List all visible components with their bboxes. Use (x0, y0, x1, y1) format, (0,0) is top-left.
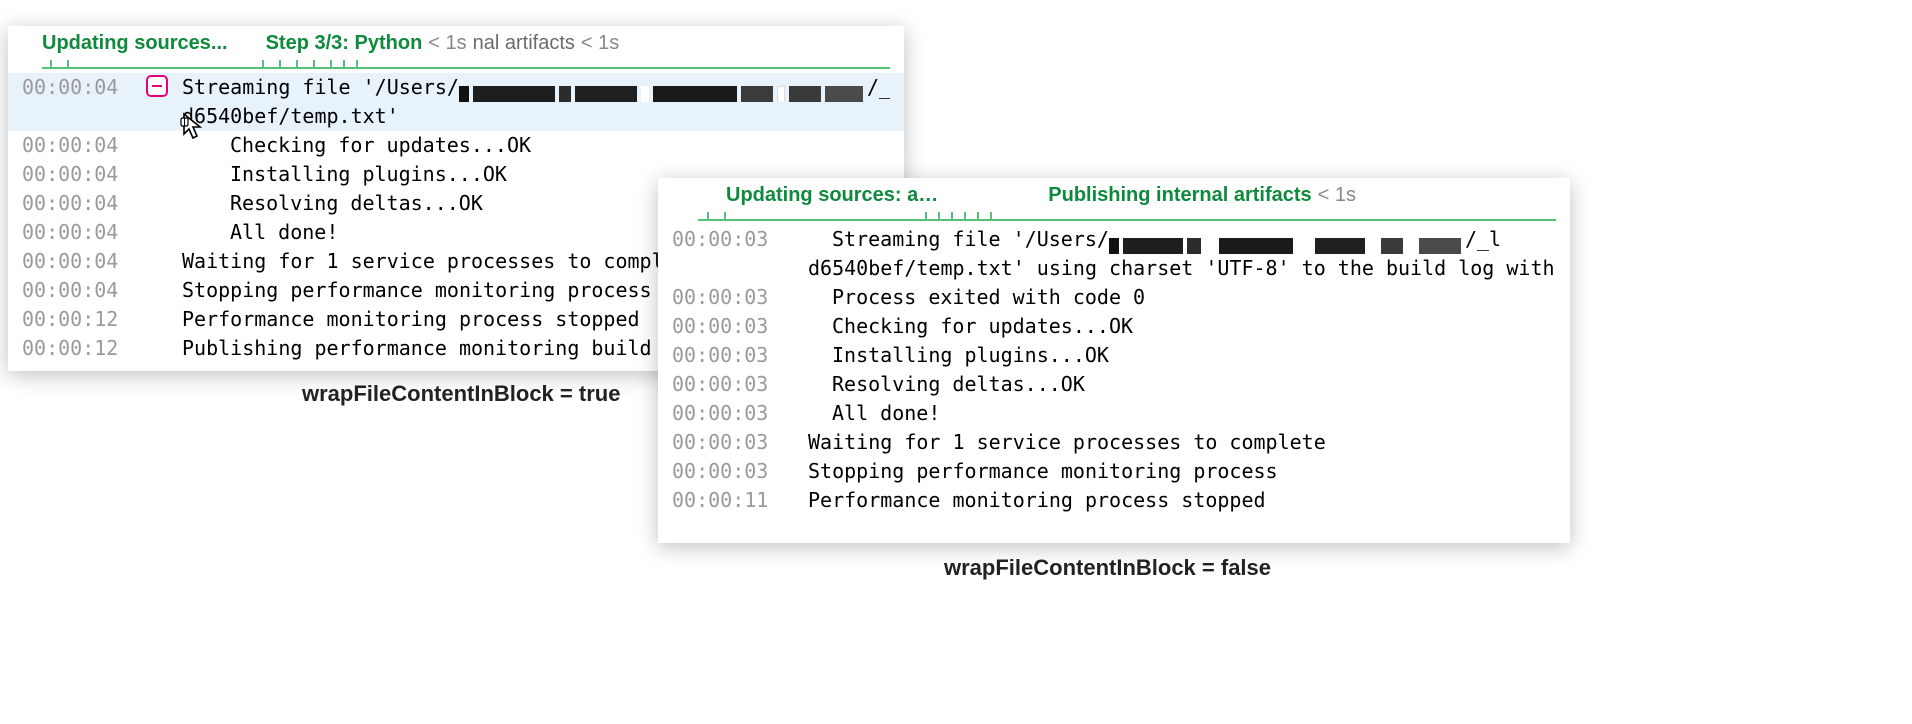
caption-left: wrapFileContentInBlock = true (302, 381, 620, 407)
log-row[interactable]: 00:00:04 Checking for updates...OK (8, 131, 904, 160)
log-message: Streaming file '/Users/ /_l (182, 73, 890, 102)
step-updating-sources[interactable]: Updating sources... (42, 32, 228, 55)
log-area-right[interactable]: 00:00:03 Streaming file '/Users/ /_l d654… (658, 221, 1570, 523)
log-timestamp: 00:00:03 (672, 283, 782, 312)
log-message: Process exited with code 0 (832, 283, 1556, 312)
log-message: All done! (832, 399, 1556, 428)
log-timestamp: 00:00:03 (672, 341, 782, 370)
log-timestamp: 00:00:03 (672, 457, 782, 486)
log-gutter (132, 73, 182, 97)
log-message: Installing plugins...OK (832, 341, 1556, 370)
log-message: Resolving deltas...OK (832, 370, 1556, 399)
log-message-wrap: d6540bef/temp.txt' (182, 102, 890, 131)
log-message: Checking for updates...OK (182, 131, 890, 160)
log-message-wrap: d6540bef/temp.txt' using charset 'UTF-8'… (808, 254, 1556, 283)
log-row[interactable]: 00:00:03 Streaming file '/Users/ /_l (658, 225, 1570, 254)
log-timestamp: 00:00:03 (672, 225, 782, 254)
log-row-wrap: d6540bef/temp.txt' using charset 'UTF-8'… (658, 254, 1570, 283)
step-publishing-artifacts[interactable]: Publishing internal artifacts (1048, 184, 1311, 207)
log-message: Waiting for 1 service processes to compl… (808, 428, 1556, 457)
log-row[interactable]: 00:00:03 All done! (658, 399, 1570, 428)
timeline-ticks-left (42, 59, 890, 69)
log-timestamp: 00:00:03 (672, 312, 782, 341)
log-timestamp: 00:00:04 (22, 73, 132, 102)
redacted-path (459, 80, 867, 98)
step-header-right: Updating sources: a… Publishing internal… (658, 178, 1570, 211)
log-msg-suffix: /_l (867, 75, 890, 99)
redacted-path (1109, 232, 1465, 250)
step-publishing-duration: < 1s (1318, 184, 1356, 207)
log-message: Stopping performance monitoring process (808, 457, 1556, 486)
log-timestamp: 00:00:04 (22, 276, 132, 305)
step-trailing-text: nal artifacts (473, 32, 575, 55)
log-msg-prefix: Streaming file '/Users/ (832, 227, 1109, 251)
log-row[interactable]: 00:00:03 Process exited with code 0 (658, 283, 1570, 312)
log-timestamp: 00:00:04 (22, 247, 132, 276)
build-log-panel-right: Updating sources: a… Publishing internal… (658, 178, 1570, 543)
log-message: Checking for updates...OK (832, 312, 1556, 341)
step-trailing-duration: < 1s (581, 32, 619, 55)
log-row[interactable]: 00:00:03 Resolving deltas...OK (658, 370, 1570, 399)
log-timestamp: 00:00:04 (22, 131, 132, 160)
log-timestamp: 00:00:04 (22, 160, 132, 189)
log-row[interactable]: 00:00:03 Waiting for 1 service processes… (658, 428, 1570, 457)
log-row[interactable]: 00:00:04 Streaming file '/Users/ /_l (8, 73, 904, 102)
log-row[interactable]: 00:00:03 Stopping performance monitoring… (658, 457, 1570, 486)
step-updating-sources-right[interactable]: Updating sources: a… (726, 184, 938, 207)
log-timestamp: 00:00:12 (22, 305, 132, 334)
log-row[interactable]: 00:00:03 Installing plugins...OK (658, 341, 1570, 370)
log-msg-prefix: Streaming file '/Users/ (182, 75, 459, 99)
caption-right: wrapFileContentInBlock = false (944, 555, 1271, 581)
step-header-left: Updating sources... Step 3/3: Python < 1… (8, 26, 904, 59)
timeline-ticks-right (698, 211, 1556, 221)
log-timestamp: 00:00:04 (22, 189, 132, 218)
log-message: Performance monitoring process stopped (808, 486, 1556, 515)
log-timestamp: 00:00:03 (672, 399, 782, 428)
log-row[interactable]: 00:00:11 Performance monitoring process … (658, 486, 1570, 515)
collapse-toggle-icon[interactable] (146, 75, 168, 97)
log-timestamp: 00:00:03 (672, 428, 782, 457)
log-timestamp: 00:00:12 (22, 334, 132, 363)
log-timestamp: 00:00:11 (672, 486, 782, 515)
step-python-duration: < 1s (428, 32, 466, 55)
log-timestamp: 00:00:03 (672, 370, 782, 399)
log-row[interactable]: 00:00:03 Checking for updates...OK (658, 312, 1570, 341)
log-timestamp: 00:00:04 (22, 218, 132, 247)
log-message: Streaming file '/Users/ /_l (832, 225, 1556, 254)
log-msg-suffix: /_l (1465, 227, 1501, 251)
log-row-wrap: d6540bef/temp.txt' (8, 102, 904, 131)
step-python[interactable]: Step 3/3: Python (266, 32, 423, 55)
